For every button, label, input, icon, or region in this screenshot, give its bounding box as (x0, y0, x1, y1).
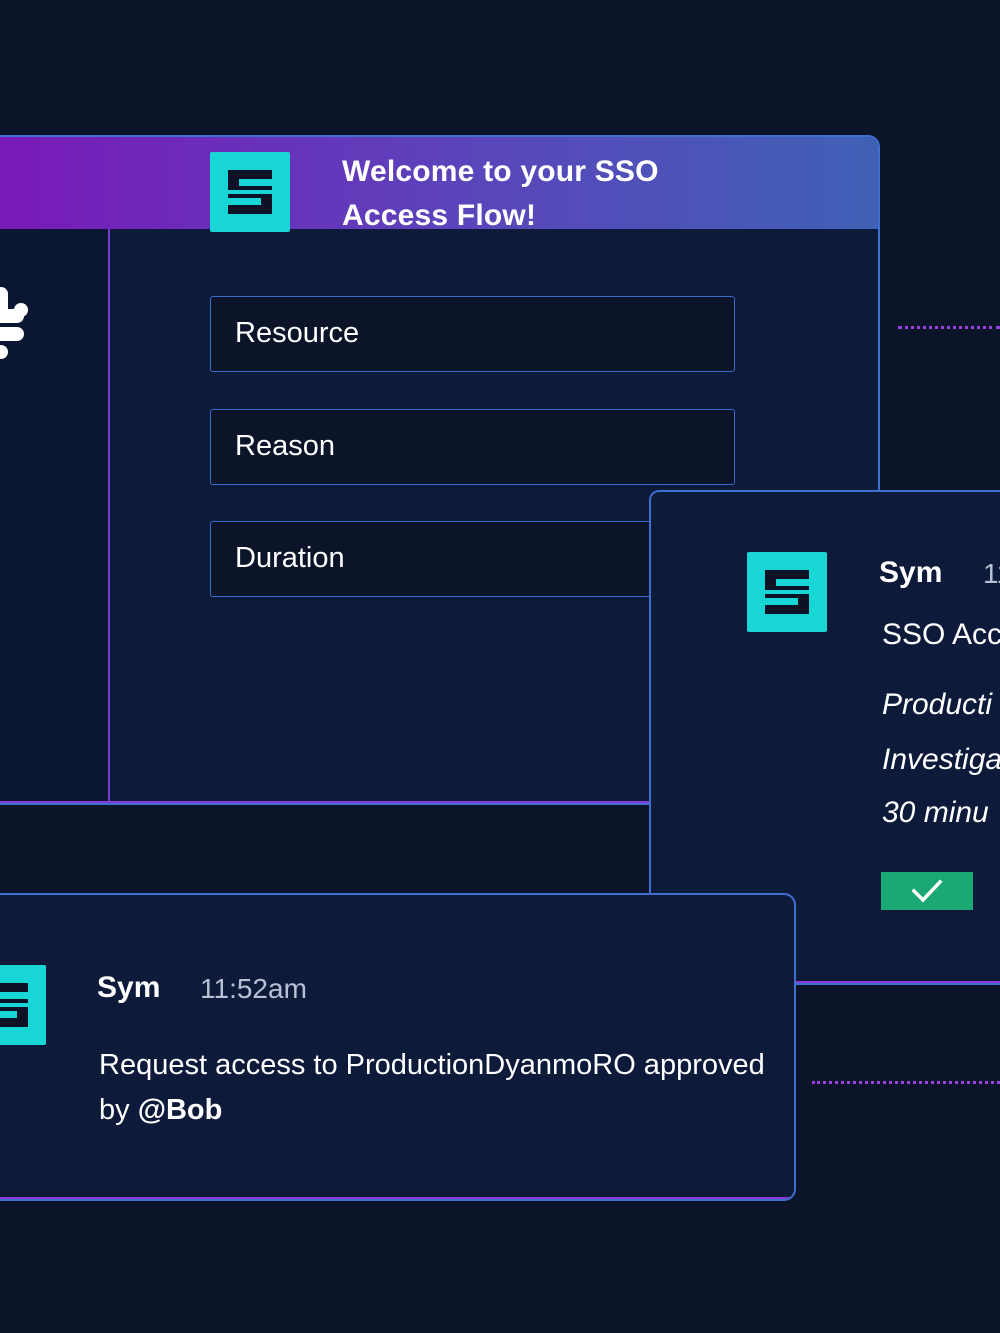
message-sender: Sym (97, 971, 161, 1004)
app-sidebar (0, 229, 110, 803)
connector-dots-top (898, 326, 1000, 329)
approve-button[interactable] (881, 872, 973, 910)
connector-dots-bottom (812, 1081, 1000, 1084)
approval-timestamp: 11 (983, 558, 1000, 589)
approval-sender: Sym (879, 556, 943, 589)
approval-reason-value: Investiga (882, 743, 1000, 776)
message-timestamp: 11:52am (200, 973, 307, 1004)
reason-field[interactable]: Reason (210, 409, 735, 485)
stage: Welcome to your SSO Access Flow! Resourc… (0, 0, 1000, 1333)
approval-resource-value: Producti (882, 688, 993, 721)
approval-message-card: Sym 11:52am Request access to Production… (0, 893, 796, 1201)
sym-logo-icon (0, 965, 46, 1045)
message-body: Request access to ProductionDyanmoRO app… (99, 1043, 779, 1133)
checkmark-icon (911, 879, 943, 903)
slack-icon (0, 287, 28, 359)
sym-logo-icon (747, 552, 827, 632)
approval-title: SSO Acc (882, 618, 1000, 651)
approval-duration-value: 30 minu (882, 796, 989, 829)
message-card-bottom-accent (0, 1197, 794, 1199)
resource-field[interactable]: Resource (210, 296, 735, 372)
user-mention[interactable]: @Bob (138, 1094, 223, 1126)
sym-logo-icon (210, 152, 290, 232)
welcome-title: Welcome to your SSO Access Flow! (342, 155, 659, 232)
